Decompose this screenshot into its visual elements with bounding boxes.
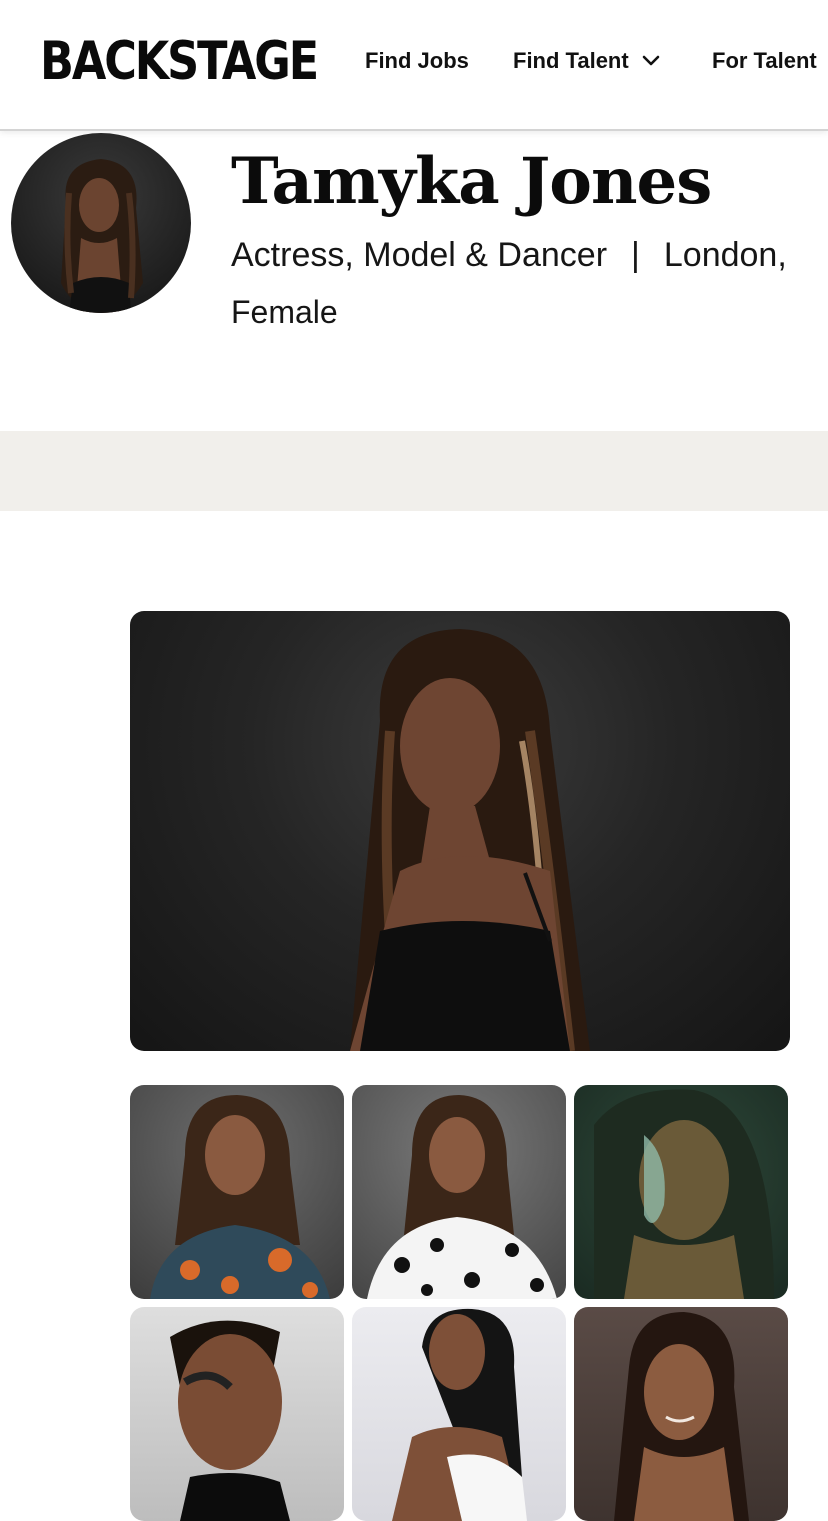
gallery-thumbnail[interactable] — [130, 1085, 344, 1299]
portrait-thumbnail-icon — [392, 1308, 527, 1521]
hero-headshot[interactable] — [130, 611, 790, 1051]
backstage-logo[interactable]: BACKSTAGE — [40, 30, 319, 94]
avatar-portrait-icon — [61, 159, 143, 313]
profile-location: London, — [663, 236, 787, 274]
gallery-thumbnail[interactable] — [130, 1307, 344, 1521]
nav-find-jobs[interactable]: Find Jobs — [365, 44, 469, 78]
profile-name: Tamyka Jones — [231, 144, 712, 219]
chevron-down-icon[interactable] — [641, 51, 661, 71]
portrait-thumbnail-icon — [594, 1089, 774, 1299]
gallery-thumbnail[interactable] — [574, 1085, 788, 1299]
profile-roles: Actress, Model & Dancer — [231, 236, 608, 274]
site-header: BACKSTAGE Find Jobs Find Talent For Tale… — [0, 0, 828, 131]
portrait-thumbnail-icon — [170, 1320, 290, 1521]
profile-avatar[interactable] — [11, 133, 191, 313]
headshot-photo-icon — [350, 629, 590, 1051]
profile-tab-band — [0, 431, 828, 511]
subline-separator: | — [631, 236, 640, 274]
profile-gender: Female — [231, 294, 338, 330]
portrait-thumbnail-icon — [150, 1095, 330, 1299]
nav-find-talent[interactable]: Find Talent — [513, 44, 629, 78]
profile-subline: Actress, Model & Dancer | London, — [231, 234, 787, 276]
gallery-thumbnail[interactable] — [574, 1307, 788, 1521]
nav-for-talent[interactable]: For Talent — [712, 44, 817, 78]
portrait-thumbnail-icon — [367, 1095, 557, 1299]
portrait-thumbnail-icon — [614, 1312, 749, 1521]
gallery-thumbnail[interactable] — [352, 1307, 566, 1521]
gallery-thumbnail[interactable] — [352, 1085, 566, 1299]
